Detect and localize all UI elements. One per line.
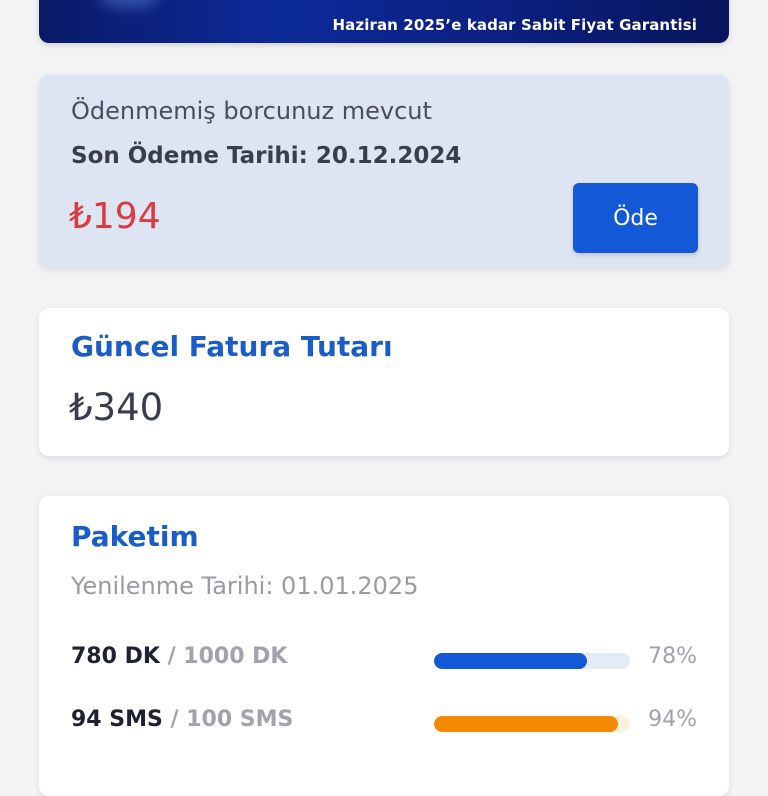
usage-total: 1000 DK bbox=[183, 644, 288, 669]
banner-glow-decoration bbox=[99, 0, 159, 8]
usage-total: 100 SMS bbox=[186, 707, 294, 732]
banner-text: Haziran 2025’e kadar Sabit Fiyat Garanti… bbox=[332, 16, 697, 34]
package-card[interactable]: Paketim Yenilenme Tarihi: 01.01.2025 780… bbox=[39, 496, 729, 796]
usage-separator: / bbox=[159, 644, 184, 669]
usage-progress-fill bbox=[434, 653, 587, 669]
usage-label: 780 DK / 1000 DK bbox=[71, 644, 287, 669]
usage-used: 94 SMS bbox=[71, 707, 163, 732]
pay-button[interactable]: Öde bbox=[573, 183, 698, 253]
debt-due-date: Son Ödeme Tarihi: 20.12.2024 bbox=[71, 143, 462, 169]
package-title: Paketim bbox=[71, 520, 199, 553]
bill-title: Güncel Fatura Tutarı bbox=[71, 330, 393, 363]
package-renewal-date: Yenilenme Tarihi: 01.01.2025 bbox=[71, 572, 419, 600]
usage-row-sms: 94 SMS / 100 SMS 94% bbox=[71, 707, 697, 737]
unpaid-debt-card: Ödenmemiş borcunuz mevcut Son Ödeme Tari… bbox=[39, 75, 729, 268]
debt-amount: ₺194 bbox=[69, 196, 161, 237]
promo-banner[interactable]: Haziran 2025’e kadar Sabit Fiyat Garanti… bbox=[39, 0, 729, 43]
usage-row-minutes: 780 DK / 1000 DK 78% bbox=[71, 644, 697, 674]
usage-progress-fill bbox=[434, 716, 619, 732]
usage-percent: 94% bbox=[648, 707, 697, 732]
usage-separator: / bbox=[162, 707, 187, 732]
usage-label: 94 SMS / 100 SMS bbox=[71, 707, 293, 732]
usage-used: 780 DK bbox=[71, 644, 160, 669]
debt-title: Ödenmemiş borcunuz mevcut bbox=[71, 97, 432, 125]
current-bill-card[interactable]: Güncel Fatura Tutarı ₺340 bbox=[39, 308, 729, 456]
usage-percent: 78% bbox=[648, 644, 697, 669]
usage-progress-bar bbox=[434, 653, 630, 669]
bill-amount: ₺340 bbox=[69, 386, 164, 429]
usage-progress-bar bbox=[434, 716, 630, 732]
